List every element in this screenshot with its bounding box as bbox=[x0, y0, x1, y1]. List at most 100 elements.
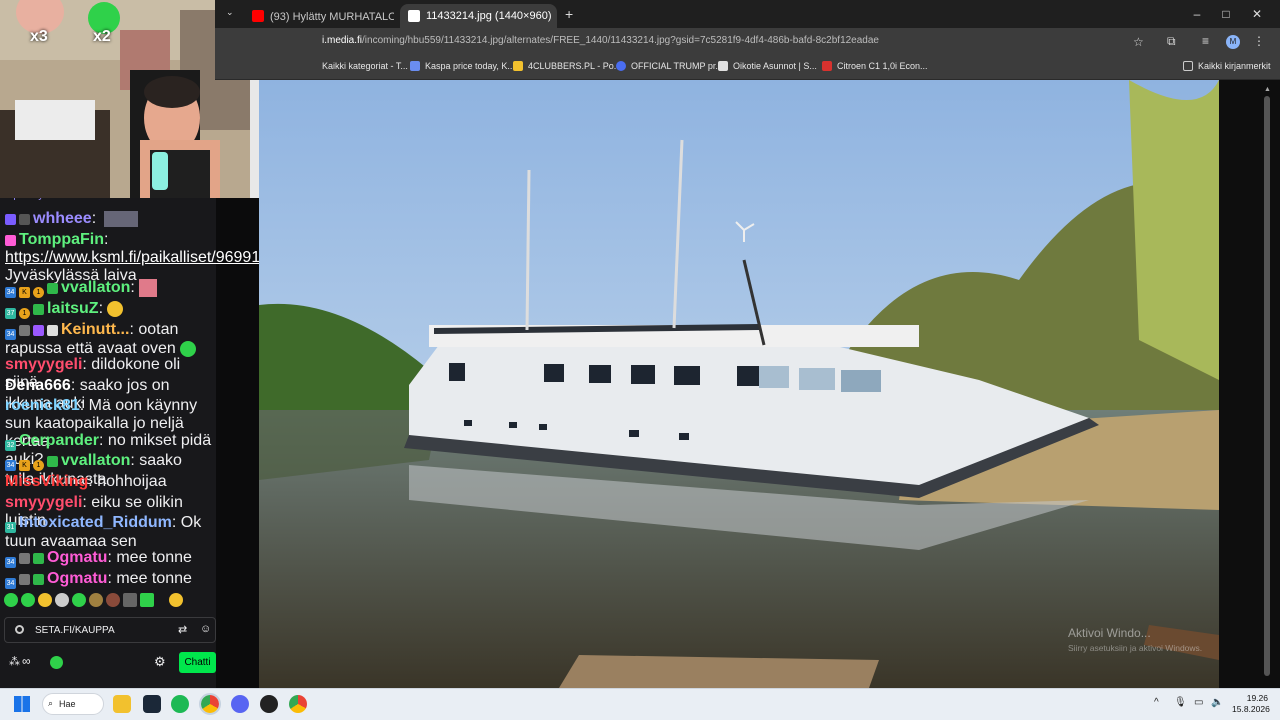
url-path: /incoming/hbu559/11433214.jpg/alternates… bbox=[362, 35, 879, 46]
scrollbar[interactable]: ▲ bbox=[1262, 84, 1271, 684]
emote-button[interactable] bbox=[55, 593, 69, 607]
emote-button[interactable] bbox=[169, 593, 183, 607]
chat-input-text: SETA.FI/KAUPPA bbox=[35, 624, 115, 636]
chat-username[interactable]: smyyygeli bbox=[5, 494, 82, 511]
close-tab-icon[interactable]: ✕ bbox=[552, 10, 558, 23]
emote-image bbox=[103, 211, 138, 227]
chat-username[interactable]: vvallaton bbox=[61, 279, 130, 296]
chat-username[interactable]: TomppaFin bbox=[19, 231, 104, 248]
new-tab-icon[interactable]: + bbox=[565, 6, 573, 22]
badge-icon bbox=[5, 235, 16, 246]
windows-start-icon[interactable] bbox=[14, 696, 30, 712]
spotify-icon[interactable] bbox=[171, 695, 189, 713]
bookmark-item[interactable]: Kaspa price today, K... bbox=[410, 61, 515, 71]
scrollbar-thumb[interactable] bbox=[1264, 96, 1270, 676]
emote-image bbox=[180, 341, 197, 357]
gift-badge bbox=[33, 574, 44, 585]
bookmark-item[interactable]: OFFICIAL TRUMP pr... bbox=[616, 61, 723, 71]
emote-button[interactable] bbox=[21, 593, 35, 607]
emote-button[interactable] bbox=[89, 593, 103, 607]
points-icon[interactable]: ⁂ bbox=[9, 655, 20, 668]
badge-icon bbox=[19, 214, 30, 225]
bookmark-item[interactable]: Citroen C1 1,0i Econ... bbox=[822, 61, 928, 71]
tab-image[interactable]: 11433214.jpg (1440×960) ✕ bbox=[400, 4, 557, 28]
emote-image bbox=[139, 279, 158, 297]
emote-button[interactable] bbox=[140, 593, 154, 607]
chrome-icon[interactable] bbox=[289, 695, 307, 713]
file-explorer-icon[interactable] bbox=[113, 695, 131, 713]
chat-username[interactable]: whheee bbox=[33, 210, 92, 227]
chat-username[interactable]: Dena666 bbox=[5, 377, 71, 394]
scroll-up-icon[interactable]: ▲ bbox=[1264, 86, 1271, 93]
media-icon[interactable]: ≡ bbox=[1202, 34, 1209, 48]
chat-message: 34 K 1 vvallaton: bbox=[5, 279, 215, 298]
chat-message: MissViking: hohhoijaa bbox=[5, 473, 215, 491]
bookmark-item[interactable]: Kaikki kategoriat - T... bbox=[322, 61, 408, 71]
chat-username[interactable]: Ogmatu bbox=[47, 549, 107, 566]
gift-badge bbox=[33, 553, 44, 564]
microphone-icon[interactable]: 🎙 bbox=[1174, 697, 1187, 708]
chat-message: 37 1 laitsuZ: bbox=[5, 300, 215, 319]
minimize-button[interactable]: – bbox=[1182, 0, 1212, 28]
steam-icon[interactable] bbox=[143, 695, 161, 713]
emote-button[interactable] bbox=[72, 593, 86, 607]
badge-icon: K bbox=[19, 287, 30, 298]
bookmark-icon bbox=[822, 61, 832, 71]
taskbar-search[interactable]: ⌕ Hae bbox=[42, 693, 104, 715]
bookmarks-folder[interactable]: Kaikki kirjanmerkit bbox=[1183, 61, 1271, 71]
maximize-button[interactable]: □ bbox=[1211, 0, 1241, 28]
channel-points-icon[interactable] bbox=[50, 656, 63, 669]
emoji-icon[interactable]: ☺ bbox=[200, 623, 211, 635]
emote-button[interactable] bbox=[123, 593, 137, 607]
emote-button[interactable] bbox=[38, 593, 52, 607]
address-bar[interactable]: i.media.fi/incoming/hbu559/11433214.jpg/… bbox=[322, 35, 879, 46]
menu-dots-icon[interactable]: ⋮ bbox=[1253, 34, 1265, 48]
chat-link[interactable]: https://www.ksml.fi/paikalliset/9699148 bbox=[5, 249, 278, 266]
emote-button[interactable] bbox=[106, 593, 120, 607]
network-icon[interactable]: ▭ bbox=[1194, 697, 1203, 708]
activation-watermark-text: Siirry asetuksiin ja aktivoi Windows. bbox=[1068, 643, 1203, 653]
bookmark-label: Oikotie Asunnot | S... bbox=[733, 61, 817, 71]
profile-avatar[interactable]: M bbox=[1226, 35, 1240, 49]
settings-gear-icon[interactable]: ⚙ bbox=[154, 654, 166, 670]
chat-username[interactable]: Keinutt... bbox=[61, 321, 129, 338]
chat-username[interactable]: Intoxicated_Riddum bbox=[19, 514, 172, 531]
volume-icon[interactable]: 🔈 bbox=[1211, 697, 1223, 708]
chat-username[interactable]: vvallaton bbox=[61, 452, 130, 469]
chat-username[interactable]: Ogmatu bbox=[47, 570, 107, 587]
chrome-icon[interactable] bbox=[199, 693, 221, 715]
search-icon: ⌕ bbox=[48, 698, 54, 708]
close-window-button[interactable]: ✕ bbox=[1242, 0, 1272, 28]
bookmark-icon bbox=[616, 61, 626, 71]
bookmark-item[interactable]: 4CLUBBERS.PL - Po... bbox=[513, 61, 621, 71]
badge-icon bbox=[19, 325, 30, 336]
extensions-icon[interactable]: ⧉ bbox=[1167, 34, 1176, 49]
activation-watermark-title: Aktivoi Windo... bbox=[1068, 626, 1151, 640]
emote-button[interactable] bbox=[4, 593, 18, 607]
badge-icon bbox=[19, 574, 30, 585]
chat-send-button[interactable]: Chatti bbox=[179, 652, 216, 673]
discord-icon[interactable] bbox=[231, 695, 249, 713]
tab-youtube[interactable]: (93) Hylätty MURHATALO 🙂 - ✕ bbox=[244, 4, 394, 28]
chat-message: 34 Ogmatu: mee tonne bbox=[5, 570, 215, 589]
translate-icon[interactable]: ⇄ bbox=[178, 623, 187, 636]
chat-username[interactable]: laitsuZ bbox=[47, 300, 99, 317]
image-viewer[interactable] bbox=[259, 80, 1219, 688]
chevron-up-icon[interactable]: ^ bbox=[1154, 697, 1159, 708]
bookmark-item[interactable]: Oikotie Asunnot | S... bbox=[718, 61, 817, 71]
gift-badge bbox=[33, 304, 44, 315]
obs-icon[interactable] bbox=[260, 695, 278, 713]
chat-input[interactable]: SETA.FI/KAUPPA ⇄ ☺ bbox=[4, 617, 216, 643]
system-clock[interactable]: 19.26 15.8.2026 bbox=[1232, 693, 1270, 715]
image-tab-icon bbox=[408, 10, 420, 22]
star-icon[interactable]: ☆ bbox=[1133, 35, 1144, 49]
chat-username[interactable]: smyyygeli bbox=[5, 356, 82, 373]
bits-badge: 1 bbox=[19, 308, 30, 319]
chevron-down-icon[interactable]: ⌄ bbox=[226, 7, 234, 18]
chat-username[interactable]: roenick81 bbox=[5, 397, 80, 414]
emote-bar bbox=[4, 593, 183, 611]
chat-username[interactable]: MissViking bbox=[5, 473, 88, 490]
bookmark-icon bbox=[718, 61, 728, 71]
chat-username[interactable]: Cerpander bbox=[19, 432, 99, 449]
bookmark-label: 4CLUBBERS.PL - Po... bbox=[528, 61, 622, 71]
